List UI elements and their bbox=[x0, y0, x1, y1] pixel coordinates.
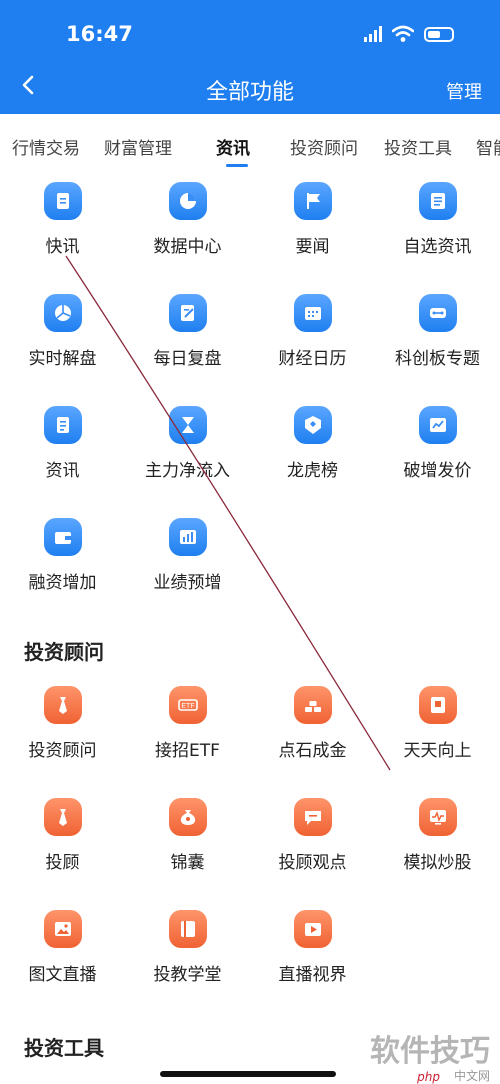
annotation-line bbox=[65, 255, 391, 771]
watermark-small: 中文网 bbox=[453, 1069, 490, 1083]
home-indicator bbox=[160, 1071, 336, 1077]
php-logo: php bbox=[417, 1070, 440, 1084]
watermark: 软件技巧 bbox=[370, 1034, 490, 1069]
